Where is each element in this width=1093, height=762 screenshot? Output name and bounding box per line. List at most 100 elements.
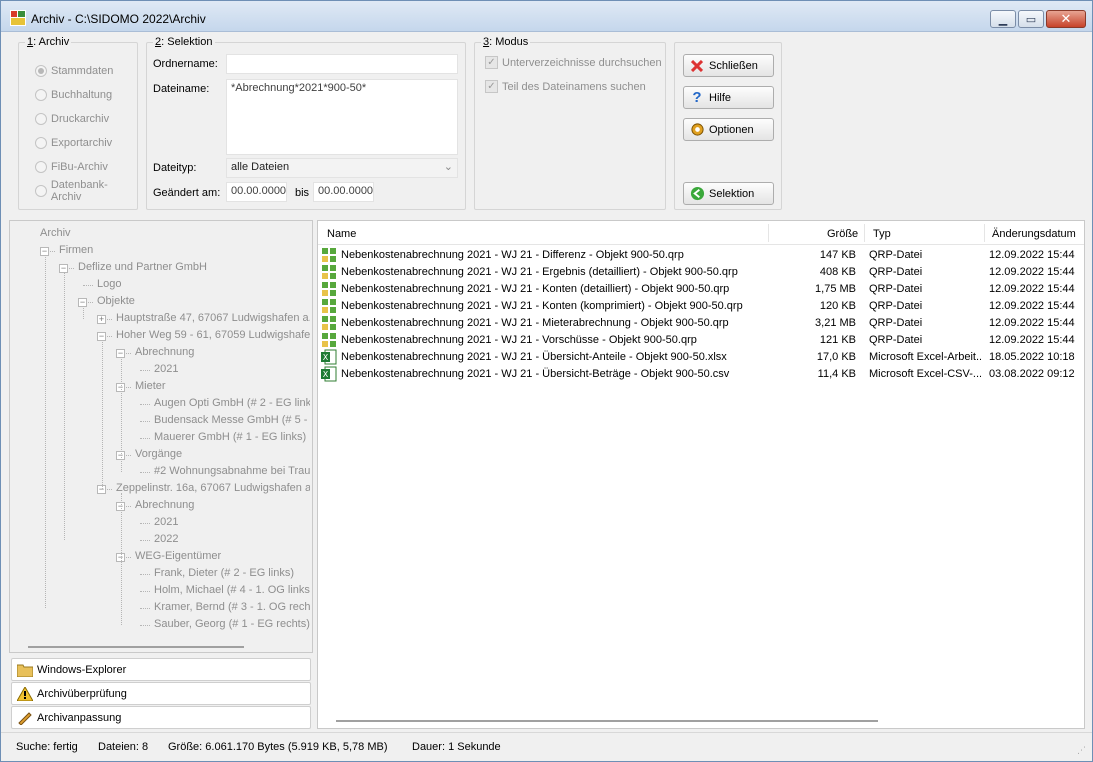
- close-icon: ✕: [1060, 11, 1072, 26]
- tree-item[interactable]: Mieter: [135, 380, 166, 392]
- optionen-button[interactable]: Optionen: [683, 118, 774, 141]
- table-row[interactable]: Nebenkostenabrechnung 2021 - WJ 21 - Vor…: [318, 332, 1084, 349]
- archiv-option[interactable]: Datenbank-Archiv: [35, 179, 137, 203]
- archiv-option[interactable]: Stammdaten: [35, 63, 113, 79]
- tree-item[interactable]: Vorgänge: [135, 448, 182, 460]
- radio-icon[interactable]: [35, 113, 47, 125]
- checkbox-icon[interactable]: ✓: [485, 56, 498, 69]
- geaendert-from-input[interactable]: 00.00.0000: [226, 182, 287, 202]
- radio-icon[interactable]: [35, 185, 47, 197]
- table-row[interactable]: X Nebenkostenabrechnung 2021 - WJ 21 - Üb…: [318, 349, 1084, 366]
- archiv-option[interactable]: Druckarchiv: [35, 111, 109, 127]
- table-row[interactable]: Nebenkostenabrechnung 2021 - WJ 21 - Mie…: [318, 315, 1084, 332]
- tree-item[interactable]: Archiv: [40, 227, 71, 239]
- tree-item[interactable]: 2021: [154, 516, 178, 528]
- maximize-icon: ▭: [1025, 13, 1037, 26]
- ordnername-input[interactable]: [226, 54, 458, 74]
- tree-item[interactable]: Zeppelinstr. 16a, 67067 Ludwigshafen a.: [116, 482, 310, 494]
- file-list[interactable]: Name Größe Typ Änderungsdatum Nebenkoste…: [317, 220, 1085, 729]
- tree-item[interactable]: 2021: [154, 363, 178, 375]
- column-groesse[interactable]: Größe: [827, 228, 858, 240]
- file-size: 408 KB: [819, 266, 856, 278]
- tree-item[interactable]: Objekte: [97, 295, 135, 307]
- file-date: 03.08.2022 09:12: [989, 368, 1075, 380]
- title-bar: Archiv - C:\SIDOMO 2022\Archiv ▁ ▭ ✕: [1, 1, 1092, 32]
- status-suche: Suche: fertig: [16, 741, 78, 753]
- geaendert-label: Geändert am:: [153, 187, 221, 199]
- expand-icon[interactable]: +: [97, 315, 106, 324]
- radio-icon[interactable]: [35, 89, 47, 101]
- file-list-hscrollbar[interactable]: [336, 720, 878, 722]
- dateityp-label: Dateityp:: [153, 162, 197, 174]
- tree-item[interactable]: Kramer, Bernd (# 3 - 1. OG rechts: [154, 601, 310, 613]
- tree-item[interactable]: Sauber, Georg (# 1 - EG rechts): [154, 618, 310, 630]
- tree-item[interactable]: Hoher Weg 59 - 61, 67059 Ludwigshafen: [116, 329, 310, 341]
- archiv-option[interactable]: Buchhaltung: [35, 87, 112, 103]
- maximize-button[interactable]: ▭: [1018, 10, 1044, 28]
- table-row[interactable]: X Nebenkostenabrechnung 2021 - WJ 21 - Üb…: [318, 366, 1084, 383]
- excel-file-icon: X: [321, 349, 337, 365]
- column-typ[interactable]: Typ: [873, 228, 891, 240]
- folder-icon: [16, 662, 34, 678]
- tree-item[interactable]: Firmen: [59, 244, 93, 256]
- bis-label: bis: [295, 187, 310, 199]
- file-list-header: Name Größe Typ Änderungsdatum: [318, 221, 1084, 245]
- tree-hscrollbar[interactable]: [28, 646, 244, 648]
- dateiname-input[interactable]: *Abrechnung*2021*900-50*: [226, 79, 458, 155]
- tree-item[interactable]: WEG-Eigentümer: [135, 550, 221, 562]
- tree-item[interactable]: Abrechnung: [135, 346, 194, 358]
- modus-option[interactable]: ✓ Unterverzeichnisse durchsuchen: [485, 56, 662, 69]
- schliessen-label: Schließen: [709, 59, 758, 72]
- radio-icon[interactable]: [35, 161, 47, 173]
- tree-item[interactable]: Abrechnung: [135, 499, 194, 511]
- minimize-button[interactable]: ▁: [990, 10, 1016, 28]
- column-name[interactable]: Name: [327, 228, 356, 240]
- window-title: Archiv - C:\SIDOMO 2022\Archiv: [31, 12, 206, 26]
- status-dauer: Dauer: 1 Sekunde: [412, 741, 501, 753]
- tree-item[interactable]: Deflize und Partner GmbH: [78, 261, 207, 273]
- tree-item[interactable]: Mauerer GmbH (# 1 - EG links): [154, 431, 306, 443]
- selektion-group: 2: Selektion Ordnername: Dateiname: *Abr…: [146, 36, 466, 210]
- schliessen-button[interactable]: Schließen: [683, 54, 774, 77]
- table-row[interactable]: Nebenkostenabrechnung 2021 - WJ 21 - Dif…: [318, 247, 1084, 264]
- tree-item[interactable]: Frank, Dieter (# 2 - EG links): [154, 567, 294, 579]
- nav-button[interactable]: Archivüberprüfung: [11, 682, 311, 705]
- file-type: Microsoft Excel-CSV-...: [869, 368, 981, 380]
- tree-item[interactable]: Logo: [97, 278, 121, 290]
- tree-item[interactable]: Hauptstraße 47, 67067 Ludwigshafen a.: [116, 312, 310, 324]
- close-button[interactable]: ✕: [1046, 10, 1086, 28]
- nav-button[interactable]: Windows-Explorer: [11, 658, 311, 681]
- archiv-option[interactable]: Exportarchiv: [35, 135, 112, 151]
- radio-icon[interactable]: [35, 137, 47, 149]
- nav-button[interactable]: Archivanpassung: [11, 706, 311, 729]
- selektion-button[interactable]: Selektion: [683, 182, 774, 205]
- help-icon: ?: [692, 89, 702, 106]
- tree-item[interactable]: 2022: [154, 533, 178, 545]
- file-size: 1,75 MB: [815, 283, 856, 295]
- modus-option[interactable]: ✓ Teil des Dateinamens suchen: [485, 80, 646, 93]
- resize-grip-icon[interactable]: ⋰: [1077, 745, 1086, 756]
- tree-item[interactable]: Holm, Michael (# 4 - 1. OG links): [154, 584, 310, 596]
- modus-option-label: Unterverzeichnisse durchsuchen: [502, 56, 662, 69]
- chevron-down-icon: ⌄: [443, 161, 453, 173]
- dateityp-select[interactable]: alle Dateien ⌄: [226, 158, 458, 178]
- tree-item[interactable]: Budensack Messe GmbH (# 5 - 1: [154, 414, 310, 426]
- top-panel: 1: Archiv Stammdaten Buchhaltung Druckarch…: [9, 34, 1085, 214]
- table-row[interactable]: Nebenkostenabrechnung 2021 - WJ 21 - Erg…: [318, 264, 1084, 281]
- column-aenderungsdatum[interactable]: Änderungsdatum: [992, 228, 1076, 240]
- archiv-option[interactable]: FiBu-Archiv: [35, 159, 108, 175]
- file-type: QRP-Datei: [869, 249, 923, 261]
- checkbox-icon[interactable]: ✓: [485, 80, 498, 93]
- modus-group-title: 3: Modus: [481, 36, 531, 48]
- tree-item[interactable]: Augen Opti GmbH (# 2 - EG links): [154, 397, 310, 409]
- file-date: 18.05.2022 10:18: [989, 351, 1075, 363]
- archiv-option-label: Datenbank-Archiv: [50, 179, 108, 203]
- folder-tree[interactable]: Archiv − Firmen − Deflize und Partner GmbH Lo…: [9, 220, 313, 653]
- radio-icon[interactable]: [35, 65, 47, 77]
- tree-item[interactable]: #2 Wohnungsabnahme bei Traul: [154, 465, 310, 477]
- file-type: QRP-Datei: [869, 317, 923, 329]
- geaendert-to-input[interactable]: 00.00.0000: [313, 182, 374, 202]
- hilfe-button[interactable]: ? Hilfe: [683, 86, 774, 109]
- table-row[interactable]: Nebenkostenabrechnung 2021 - WJ 21 - Kon…: [318, 298, 1084, 315]
- table-row[interactable]: Nebenkostenabrechnung 2021 - WJ 21 - Kon…: [318, 281, 1084, 298]
